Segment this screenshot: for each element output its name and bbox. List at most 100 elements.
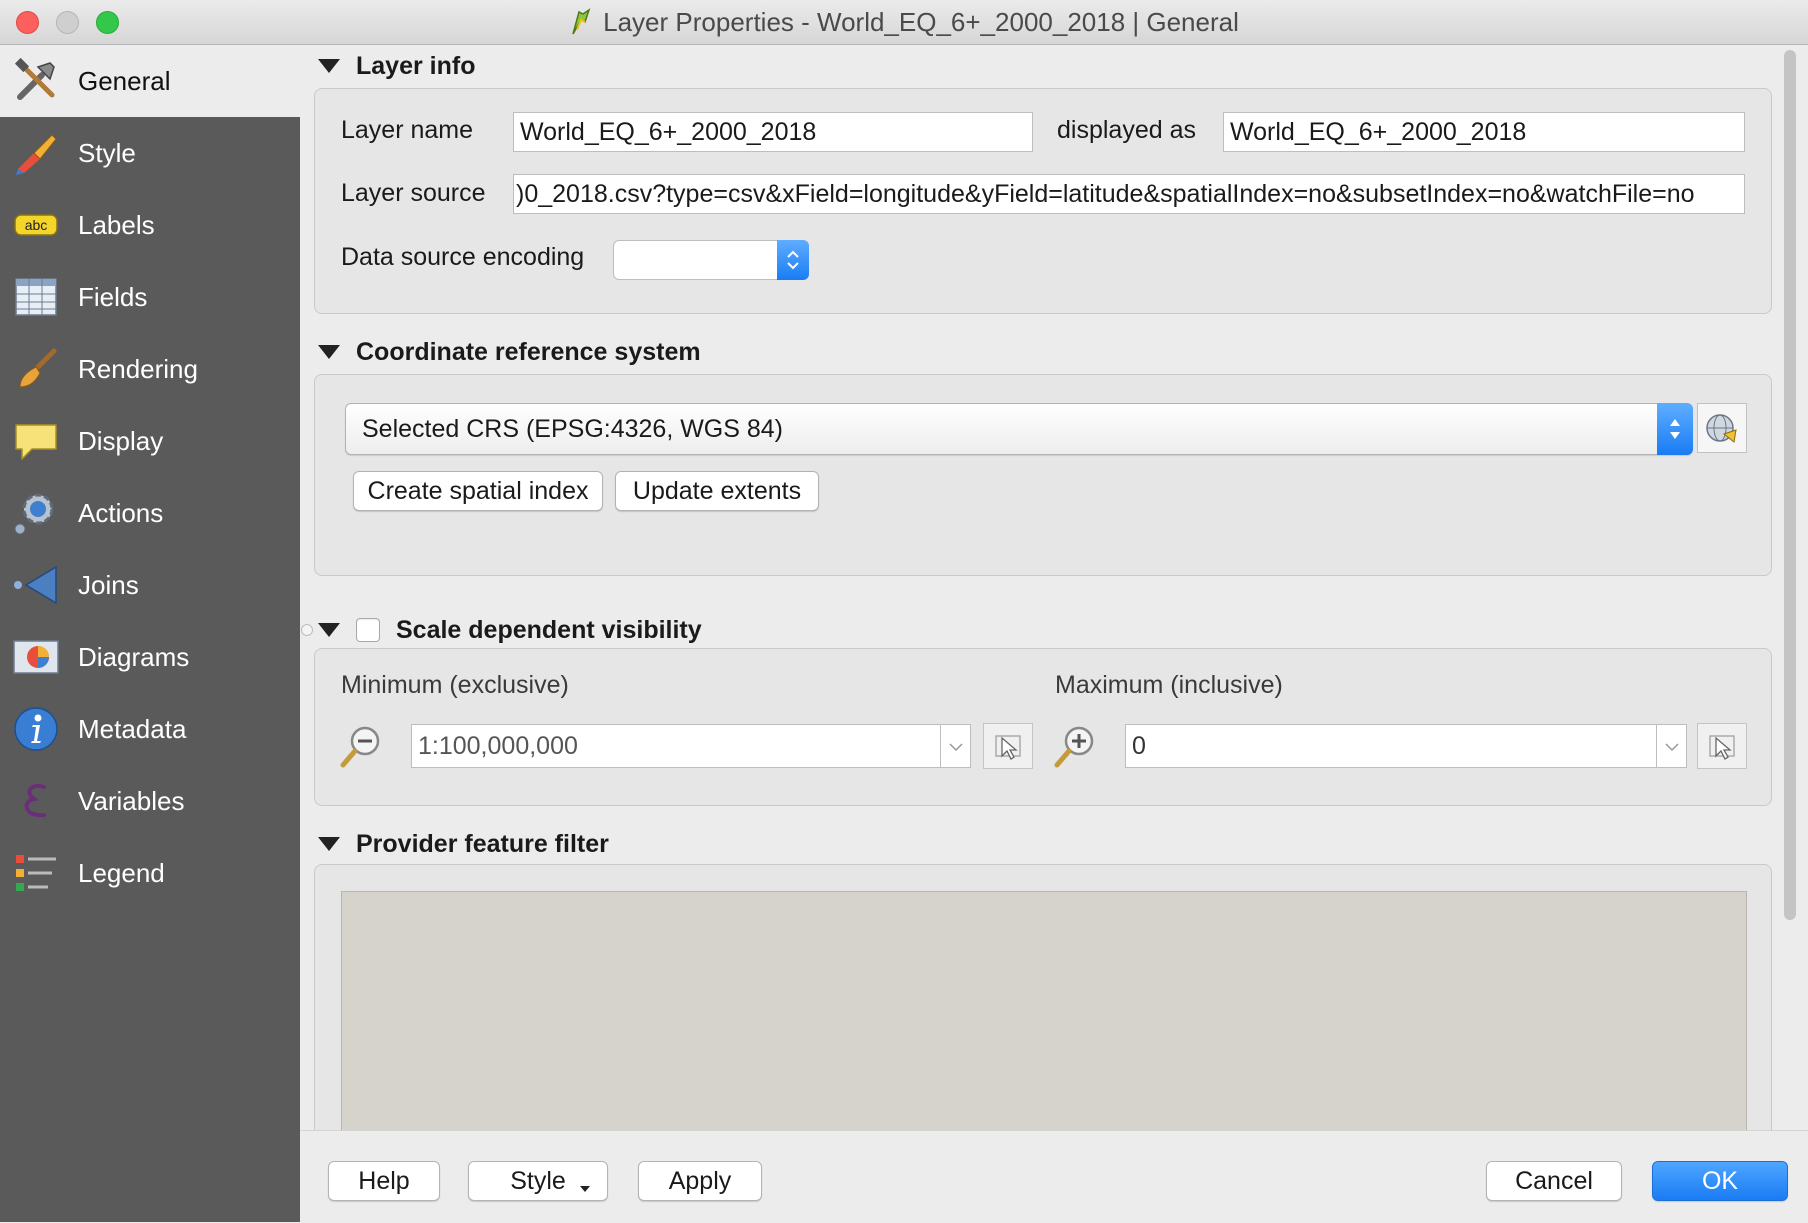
crs-group: Selected CRS (EPSG:4326, WGS 84) Create … <box>314 374 1772 576</box>
crs-selected-value: Selected CRS (EPSG:4326, WGS 84) <box>362 415 784 443</box>
layer-source-label: Layer source <box>341 179 486 207</box>
title-bar: Layer Properties - World_EQ_6+_2000_2018… <box>0 0 1808 45</box>
qgis-logo-icon <box>572 8 591 35</box>
sidebar-item-rendering[interactable]: Rendering <box>0 333 300 405</box>
gear-icon <box>12 489 60 537</box>
maximum-scale-label: Maximum (inclusive) <box>1055 671 1283 699</box>
sidebar-item-metadata[interactable]: Metadata <box>0 693 300 765</box>
chevron-down-icon <box>949 743 963 752</box>
collapse-triangle-icon <box>318 345 340 359</box>
displayed-as-field[interactable]: World_EQ_6+_2000_2018 <box>1223 112 1745 152</box>
legend-icon <box>12 849 60 897</box>
sidebar-item-label: Metadata <box>78 713 187 744</box>
sidebar-item-label: Diagrams <box>78 641 190 672</box>
layer-info-title: Layer info <box>356 51 476 80</box>
sidebar-item-label: Actions <box>78 497 164 528</box>
sidebar-item-display[interactable]: Display <box>0 405 300 477</box>
updown-chevron-icon <box>787 250 799 270</box>
style-button-label: Style <box>510 1167 566 1195</box>
sidebar-item-label: Style <box>78 137 136 168</box>
updown-arrows-icon <box>1670 419 1680 439</box>
content-scrollbar[interactable] <box>1780 50 1800 920</box>
globe-icon <box>1706 414 1737 443</box>
sidebar-item-actions[interactable]: Actions <box>0 477 300 549</box>
sidebar: General Style abc Labels Fields Renderin… <box>0 45 300 1222</box>
scale-visibility-title: Scale dependent visibility <box>396 615 702 644</box>
epsilon-icon <box>12 777 60 825</box>
pointer-from-canvas-icon <box>1709 735 1735 760</box>
scale-visibility-header[interactable]: Scale dependent visibility <box>318 612 702 648</box>
sidebar-item-variables[interactable]: Variables <box>0 765 300 837</box>
layer-info-group: Layer name World_EQ_6+_2000_2018 display… <box>314 88 1772 314</box>
sidebar-item-fields[interactable]: Fields <box>0 261 300 333</box>
sidebar-item-diagrams[interactable]: Diagrams <box>0 621 300 693</box>
help-button[interactable]: Help <box>328 1161 440 1201</box>
sidebar-item-label: Joins <box>78 569 139 600</box>
layer-name-input[interactable]: World_EQ_6+_2000_2018 <box>513 112 1033 152</box>
collapse-triangle-icon <box>318 837 340 851</box>
speech-bubble-icon <box>12 417 60 465</box>
style-menu-button[interactable]: Style <box>468 1161 608 1201</box>
apply-button[interactable]: Apply <box>638 1161 762 1201</box>
pointer-from-canvas-icon <box>995 735 1021 760</box>
layer-info-header[interactable]: Layer info <box>318 48 475 84</box>
displayed-as-label: displayed as <box>1057 116 1196 144</box>
crs-header[interactable]: Coordinate reference system <box>318 334 701 370</box>
zoom-in-icon <box>1054 726 1094 768</box>
maximum-scale-dropdown[interactable] <box>1657 724 1687 768</box>
zoom-out-icon <box>340 726 380 768</box>
provider-filter-expression[interactable] <box>341 891 1747 1135</box>
sidebar-item-style[interactable]: Style <box>0 117 300 189</box>
sidebar-item-legend[interactable]: Legend <box>0 837 300 909</box>
sidebar-item-label: Variables <box>78 785 185 816</box>
table-icon <box>12 273 60 321</box>
data-source-encoding-label: Data source encoding <box>341 243 585 271</box>
dialog-footer: Help Style Apply Cancel OK <box>300 1130 1808 1223</box>
scrollbar-thumb[interactable] <box>1784 50 1796 920</box>
scale-visibility-checkbox[interactable] <box>356 618 380 642</box>
paintbrush-icon <box>12 129 60 177</box>
sidebar-item-labels[interactable]: abc Labels <box>0 189 300 261</box>
brush-icon <box>12 345 60 393</box>
sidebar-item-label: Rendering <box>78 353 198 384</box>
labels-icon-text: abc <box>25 217 48 233</box>
provider-filter-title: Provider feature filter <box>356 829 609 858</box>
crs-selector-button[interactable] <box>1697 403 1747 453</box>
encoding-select[interactable] <box>613 240 809 280</box>
dropdown-arrow-icon <box>580 1186 590 1192</box>
collapse-triangle-icon <box>318 623 340 637</box>
create-spatial-index-button[interactable]: Create spatial index <box>353 471 603 511</box>
crs-select-arrows[interactable] <box>1657 403 1693 455</box>
layer-properties-window: Layer Properties - World_EQ_6+_2000_2018… <box>0 0 1808 1223</box>
crs-title: Coordinate reference system <box>356 337 701 366</box>
provider-filter-header[interactable]: Provider feature filter <box>318 826 609 862</box>
title-wrap: Layer Properties - World_EQ_6+_2000_2018… <box>0 0 1808 44</box>
minimum-scale-dropdown[interactable] <box>941 724 971 768</box>
encoding-select-arrows[interactable] <box>777 240 809 280</box>
maximum-scale-current-button[interactable] <box>1697 723 1747 769</box>
sidebar-item-joins[interactable]: Joins <box>0 549 300 621</box>
layer-source-field[interactable]: )0_2018.csv?type=csv&xField=longitude&yF… <box>513 174 1745 214</box>
maximum-scale-input[interactable]: 0 <box>1125 724 1657 768</box>
minimum-scale-current-button[interactable] <box>983 723 1033 769</box>
crs-select[interactable]: Selected CRS (EPSG:4326, WGS 84) <box>345 403 1693 455</box>
update-extents-button[interactable]: Update extents <box>615 471 819 511</box>
scale-visibility-group: Minimum (exclusive) Maximum (inclusive) … <box>314 648 1772 806</box>
chevron-down-icon <box>1665 743 1679 752</box>
sidebar-item-label: Fields <box>78 281 148 312</box>
sidebar-item-general[interactable]: General <box>0 45 300 117</box>
sidebar-item-label: Legend <box>78 857 165 888</box>
tools-icon <box>12 57 60 105</box>
minimum-scale-label: Minimum (exclusive) <box>341 671 569 699</box>
provider-filter-group <box>314 864 1772 1135</box>
ok-button[interactable]: OK <box>1652 1161 1788 1201</box>
cancel-button[interactable]: Cancel <box>1486 1161 1622 1201</box>
collapse-triangle-icon <box>318 59 340 73</box>
drag-handle-dot <box>301 624 313 636</box>
sidebar-item-label: General <box>78 65 171 96</box>
info-icon <box>12 705 60 753</box>
sidebar-item-label: Labels <box>78 209 155 240</box>
sidebar-item-label: Display <box>78 425 164 456</box>
minimum-scale-input[interactable]: 1:100,000,000 <box>411 724 941 768</box>
window-title: Layer Properties - World_EQ_6+_2000_2018… <box>603 6 1239 37</box>
